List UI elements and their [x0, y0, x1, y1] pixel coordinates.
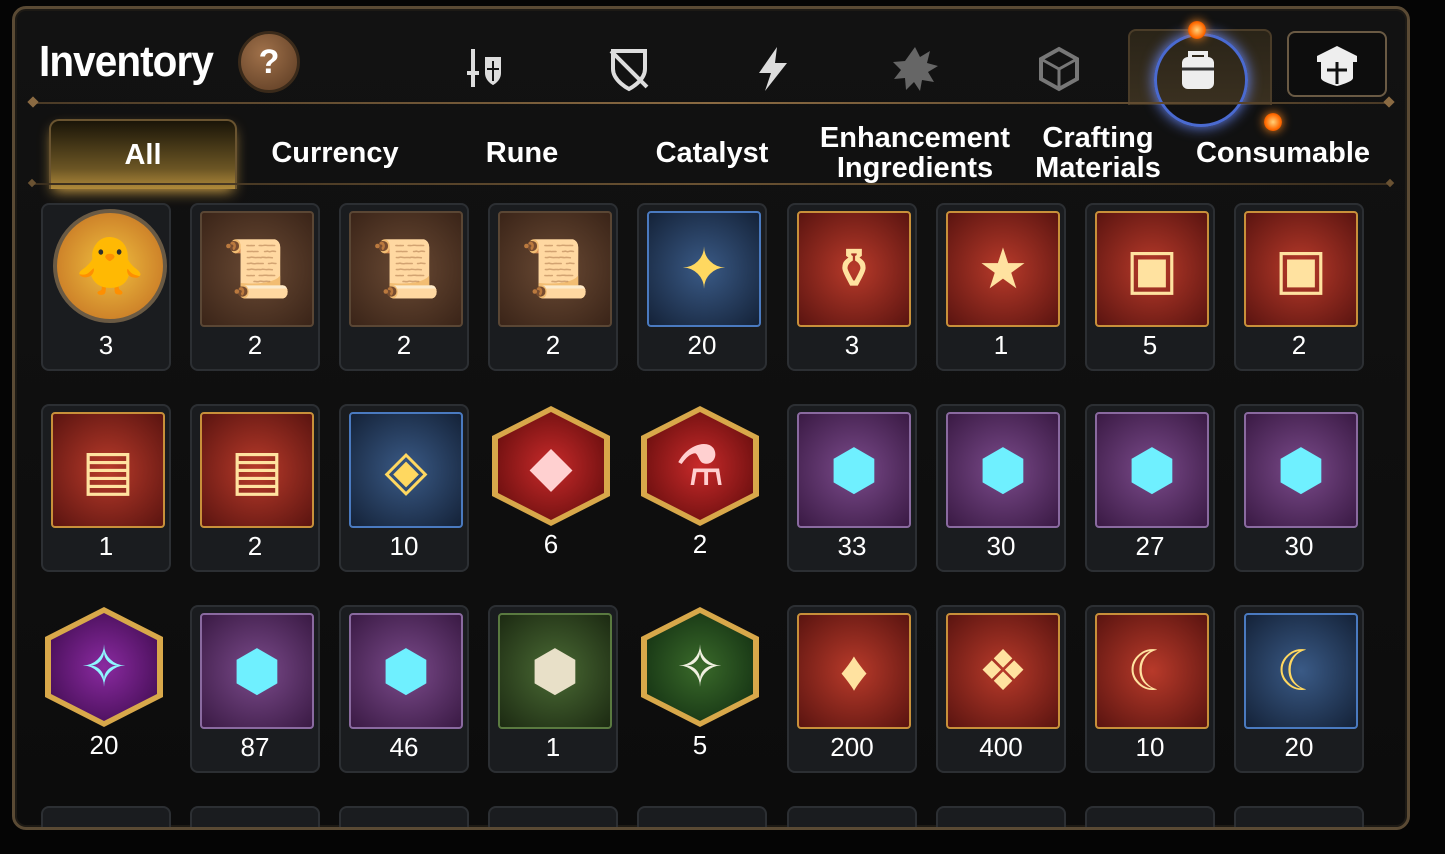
- item-slot[interactable]: [936, 806, 1066, 827]
- item-slot[interactable]: 📜 2: [339, 203, 469, 371]
- item-slot[interactable]: ⚗ 2: [637, 404, 763, 568]
- pet-token-icon: 🐥: [53, 209, 167, 323]
- item-slot[interactable]: ⬢ 33: [787, 404, 917, 572]
- bolt-rune-stone-icon: ⬢: [349, 613, 463, 729]
- item-quantity: 1: [545, 732, 561, 762]
- item-quantity: 200: [830, 732, 874, 762]
- item-quantity: 6: [543, 529, 559, 559]
- item-slot[interactable]: [190, 806, 320, 827]
- boot-rune-stone-icon: ⬢: [1244, 412, 1358, 528]
- item-slot[interactable]: ⬢ 27: [1085, 404, 1215, 572]
- item-quantity: 1: [993, 330, 1009, 360]
- item-slot[interactable]: ✧ 5: [637, 605, 763, 769]
- item-slot[interactable]: [1085, 806, 1215, 827]
- sword-rune-stone-icon: ⬢: [797, 412, 911, 528]
- item-slot[interactable]: ☾ 10: [1085, 605, 1215, 773]
- rainbow-scroll-upgrade-icon: 📜: [349, 211, 463, 327]
- item-slot[interactable]: 📜 2: [488, 203, 618, 371]
- item-quantity: 30: [1284, 531, 1314, 561]
- item-slot[interactable]: [488, 806, 618, 827]
- item-slot[interactable]: ◆ 6: [488, 404, 614, 568]
- item-slot[interactable]: ❖ 400: [936, 605, 1066, 773]
- item-slot[interactable]: ◈ 10: [339, 404, 469, 572]
- item-quantity: 2: [1291, 330, 1307, 360]
- scroll-upgrade-icon: 📜: [498, 211, 612, 327]
- armor-rune-stone-icon: ⬢: [1095, 412, 1209, 528]
- hammer-rune-stone-icon: ⬢: [200, 613, 314, 729]
- item-slot[interactable]: ⬢ 30: [1234, 404, 1364, 572]
- item-slot[interactable]: [1234, 806, 1364, 827]
- white-sword-stone-icon: ⬢: [498, 613, 612, 729]
- item-quantity: 20: [1284, 732, 1314, 762]
- inventory-panel: Inventory ? All Currency Rune Catalyst E…: [12, 6, 1410, 830]
- red-potion-icon: ⚱: [797, 211, 911, 327]
- item-slot[interactable]: ⬢ 30: [936, 404, 1066, 572]
- gold-chest-icon: ▤: [51, 412, 165, 528]
- gold-chest-icon: ▤: [200, 412, 314, 528]
- item-slot[interactable]: ▣ 5: [1085, 203, 1215, 371]
- item-quantity: 27: [1135, 531, 1165, 561]
- item-slot[interactable]: ⬢ 87: [190, 605, 320, 773]
- item-slot[interactable]: ✧ 20: [41, 605, 167, 769]
- item-slot[interactable]: [637, 806, 767, 827]
- item-slot[interactable]: ▤ 1: [41, 404, 171, 572]
- item-quantity: 2: [247, 330, 263, 360]
- scroll-upgrade-icon: 📜: [200, 211, 314, 327]
- item-slot[interactable]: [787, 806, 917, 827]
- item-slot[interactable]: [339, 806, 469, 827]
- item-grid: 🐥 3 📜 2 📜 2 📜 2 ✦ 20 ⚱ 3 ★ 1 ▣ 5 ▣ 2 ▤ 1 ▤ 2 ◈ 10 ◆ 6 ⚗ 2 ⬢ 33 ⬢ 30 ⬢ 27 ⬢…: [15, 9, 1407, 827]
- gold-fragments-icon: ✦: [647, 211, 761, 327]
- item-slot[interactable]: 📜 2: [190, 203, 320, 371]
- item-slot[interactable]: ⚱ 3: [787, 203, 917, 371]
- item-quantity: 20: [687, 330, 717, 360]
- item-slot[interactable]: ▣ 2: [1234, 203, 1364, 371]
- item-quantity: 1: [98, 531, 114, 561]
- item-slot[interactable]: ⬢ 1: [488, 605, 618, 773]
- item-quantity: 2: [396, 330, 412, 360]
- item-quantity: 30: [986, 531, 1016, 561]
- item-slot[interactable]: [41, 806, 171, 827]
- silver-cube-icon: ◈: [349, 412, 463, 528]
- item-quantity: 20: [89, 730, 119, 760]
- moon-gem-icon: ☾: [1095, 613, 1209, 729]
- item-slot[interactable]: ☾ 20: [1234, 605, 1364, 773]
- item-quantity: 2: [247, 531, 263, 561]
- item-quantity: 2: [545, 330, 561, 360]
- white-chest-icon: ▣: [1095, 211, 1209, 327]
- item-quantity: 3: [98, 330, 114, 360]
- item-slot[interactable]: ♦ 200: [787, 605, 917, 773]
- star-wand-icon: ★: [946, 211, 1060, 327]
- moon-triangle-gem-icon: ☾: [1244, 613, 1358, 729]
- ember-crystal-icon: ♦: [797, 613, 911, 729]
- item-quantity: 3: [844, 330, 860, 360]
- item-slot[interactable]: ✦ 20: [637, 203, 767, 371]
- item-quantity: 5: [692, 730, 708, 760]
- blue-crystal-shard-icon: ❖: [946, 613, 1060, 729]
- item-quantity: 5: [1142, 330, 1158, 360]
- item-slot[interactable]: ★ 1: [936, 203, 1066, 371]
- item-quantity: 87: [240, 732, 270, 762]
- item-quantity: 400: [979, 732, 1023, 762]
- blue-chest-icon: ▣: [1244, 211, 1358, 327]
- item-quantity: 2: [692, 529, 708, 559]
- helmet-rune-stone-icon: ⬢: [946, 412, 1060, 528]
- item-quantity: 33: [837, 531, 867, 561]
- item-quantity: 46: [389, 732, 419, 762]
- item-quantity: 10: [389, 531, 419, 561]
- item-quantity: 10: [1135, 732, 1165, 762]
- item-slot[interactable]: ▤ 2: [190, 404, 320, 572]
- item-slot[interactable]: 🐥 3: [41, 203, 171, 371]
- item-slot[interactable]: ⬢ 46: [339, 605, 469, 773]
